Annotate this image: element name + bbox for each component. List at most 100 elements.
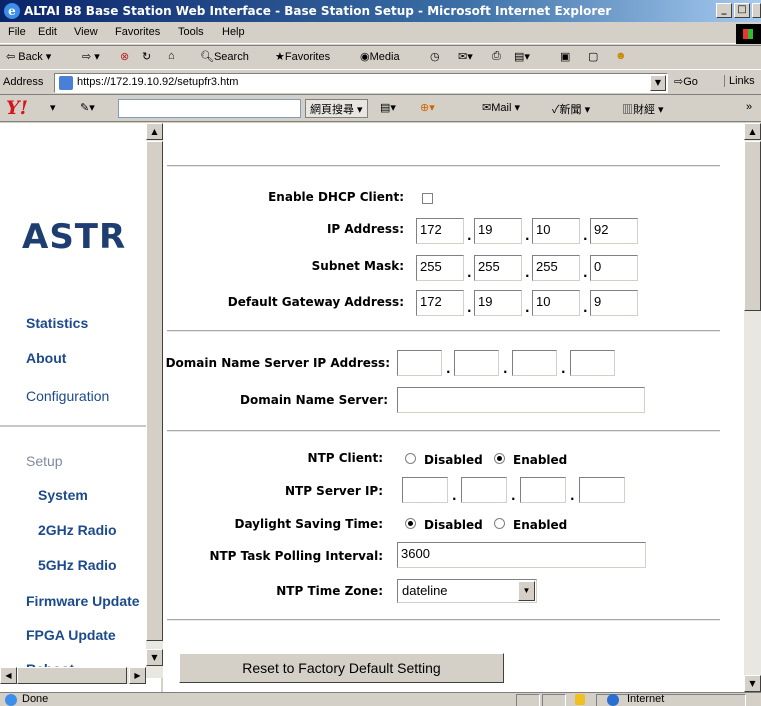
- back-button[interactable]: ⇦ Back ▾: [6, 50, 51, 63]
- dst-enabled-radio[interactable]: [494, 518, 505, 529]
- dhcp-checkbox[interactable]: [422, 193, 433, 204]
- ntp-poll-input[interactable]: 3600: [397, 542, 646, 568]
- gateway-octet-4[interactable]: 9: [590, 290, 638, 316]
- dst-enabled-label: Enabled: [513, 518, 568, 532]
- yahoo-menu-icon[interactable]: ▾: [50, 101, 56, 114]
- lock-icon: [575, 694, 585, 705]
- menu-view[interactable]: View: [74, 26, 98, 38]
- page-vertical-scrollbar[interactable]: ▲ ▼: [744, 123, 761, 692]
- dns-ip-octet-2[interactable]: [454, 350, 499, 376]
- minimize-button[interactable]: _: [716, 3, 732, 18]
- ntp-zone-select[interactable]: dateline ▼: [397, 579, 537, 603]
- scroll-left-icon[interactable]: ◀: [0, 667, 17, 684]
- chevron-down-icon[interactable]: ▼: [518, 581, 535, 601]
- favorites-button[interactable]: ★Favorites: [275, 50, 330, 63]
- ntp-poll-label: NTP Task Polling Interval:: [209, 549, 383, 563]
- dns-ip-octet-1[interactable]: [397, 350, 442, 376]
- address-input[interactable]: https://172.19.10.92/setupfr3.htm ▼: [54, 73, 668, 93]
- gateway-octet-3[interactable]: 10: [532, 290, 580, 316]
- nav-horizontal-scrollbar[interactable]: ◀ ▶: [0, 667, 146, 684]
- menu-file[interactable]: File: [8, 26, 26, 38]
- mail-icon[interactable]: ✉▾: [458, 50, 473, 63]
- address-url: https://172.19.10.92/setupfr3.htm: [77, 76, 239, 88]
- scroll-down-icon[interactable]: ▼: [744, 675, 761, 692]
- address-dropdown-icon[interactable]: ▼: [650, 75, 666, 91]
- yahoo-target-icon[interactable]: ⊕▾: [420, 101, 435, 114]
- mask-label: Subnet Mask:: [311, 259, 404, 273]
- scroll-right-icon[interactable]: ▶: [129, 667, 146, 684]
- nav-firmware-update[interactable]: Firmware Update: [26, 593, 140, 609]
- history-icon[interactable]: ◷: [430, 50, 440, 63]
- dns-ip-octet-3[interactable]: [512, 350, 557, 376]
- stop-icon[interactable]: ⊗: [120, 50, 129, 63]
- nav-scroll-thumb[interactable]: [146, 141, 163, 641]
- mask-octet-3[interactable]: 255: [532, 255, 580, 281]
- links-button[interactable]: Links: [724, 75, 755, 87]
- home-icon[interactable]: ⌂: [168, 50, 175, 62]
- mask-octet-1[interactable]: 255: [416, 255, 464, 281]
- ntp-server-octet-2[interactable]: [461, 477, 507, 503]
- scroll-down-icon[interactable]: ▼: [146, 649, 163, 666]
- ip-label: IP Address:: [326, 222, 404, 236]
- ntp-client-enabled-radio[interactable]: [494, 453, 505, 464]
- menu-favorites[interactable]: Favorites: [115, 26, 160, 38]
- go-button[interactable]: ⇨Go: [674, 75, 698, 88]
- toolbar-more-icon[interactable]: »: [746, 101, 752, 113]
- ntp-client-disabled-radio[interactable]: [405, 453, 416, 464]
- print-icon[interactable]: ⎙: [492, 50, 501, 63]
- scroll-up-icon[interactable]: ▲: [146, 123, 163, 140]
- yahoo-search-input[interactable]: [118, 99, 301, 118]
- nav-fpga-update[interactable]: FPGA Update: [26, 627, 116, 643]
- yahoo-mail-button[interactable]: ✉Mail ▾: [482, 101, 520, 114]
- refresh-icon[interactable]: ↻: [142, 50, 151, 63]
- ip-octet-2[interactable]: 19: [474, 218, 522, 244]
- ntp-server-octet-1[interactable]: [402, 477, 448, 503]
- discuss-icon[interactable]: ▣: [560, 50, 570, 63]
- dot: .: [570, 489, 575, 503]
- forward-button[interactable]: ⇨ ▾: [82, 50, 100, 63]
- nav-2ghz-radio[interactable]: 2GHz Radio: [38, 522, 117, 538]
- nav-5ghz-radio[interactable]: 5GHz Radio: [38, 557, 117, 573]
- maximize-button[interactable]: □: [734, 3, 750, 18]
- pencil-icon[interactable]: ✎▾: [80, 101, 95, 114]
- yahoo-finance-button[interactable]: ▥財經 ▾: [622, 101, 664, 117]
- close-button[interactable]: [752, 3, 761, 18]
- reset-factory-default-button[interactable]: Reset to Factory Default Setting: [179, 653, 504, 683]
- mask-octet-4[interactable]: 0: [590, 255, 638, 281]
- menu-edit[interactable]: Edit: [38, 26, 57, 38]
- nav-frame: ASTR Statistics About Configuration Setu…: [0, 123, 163, 692]
- edit-icon[interactable]: ▤▾: [514, 50, 530, 63]
- media-button[interactable]: ◉Media: [360, 50, 400, 63]
- nav-system[interactable]: System: [38, 487, 88, 503]
- dst-disabled-radio[interactable]: [405, 518, 416, 529]
- nav-setup[interactable]: Setup: [26, 453, 63, 469]
- yahoo-news-button[interactable]: ✓新聞 ▾: [552, 101, 590, 117]
- search-button[interactable]: 🔍︎Search: [200, 50, 249, 63]
- dns-ip-octet-4[interactable]: [570, 350, 615, 376]
- ip-octet-3[interactable]: 10: [532, 218, 580, 244]
- divider: [167, 330, 720, 332]
- go-label: Go: [683, 76, 698, 88]
- yahoo-search-button[interactable]: 網頁搜尋 ▾: [305, 99, 368, 118]
- nav-vertical-scrollbar[interactable]: ▲ ▼: [146, 123, 163, 678]
- page-scroll-thumb[interactable]: [744, 141, 761, 311]
- ntp-server-octet-3[interactable]: [520, 477, 566, 503]
- gateway-octet-2[interactable]: 19: [474, 290, 522, 316]
- mask-octet-2[interactable]: 255: [474, 255, 522, 281]
- gateway-octet-1[interactable]: 172: [416, 290, 464, 316]
- smiley-icon[interactable]: ☻: [615, 50, 627, 62]
- nav-configuration[interactable]: Configuration: [26, 388, 109, 404]
- yahoo-logo[interactable]: Y!: [6, 97, 28, 119]
- menu-help[interactable]: Help: [222, 26, 245, 38]
- ntp-server-octet-4[interactable]: [579, 477, 625, 503]
- yahoo-layout-icon[interactable]: ▤▾: [380, 101, 396, 114]
- ip-octet-1[interactable]: 172: [416, 218, 464, 244]
- nav-about[interactable]: About: [26, 350, 66, 366]
- ip-octet-4[interactable]: 92: [590, 218, 638, 244]
- nav-statistics[interactable]: Statistics: [26, 315, 88, 331]
- dns-input[interactable]: [397, 387, 645, 413]
- menu-tools[interactable]: Tools: [178, 26, 204, 38]
- nav-hscroll-thumb[interactable]: [17, 667, 127, 684]
- scroll-up-icon[interactable]: ▲: [744, 123, 761, 140]
- messenger-icon[interactable]: ▢: [588, 50, 598, 63]
